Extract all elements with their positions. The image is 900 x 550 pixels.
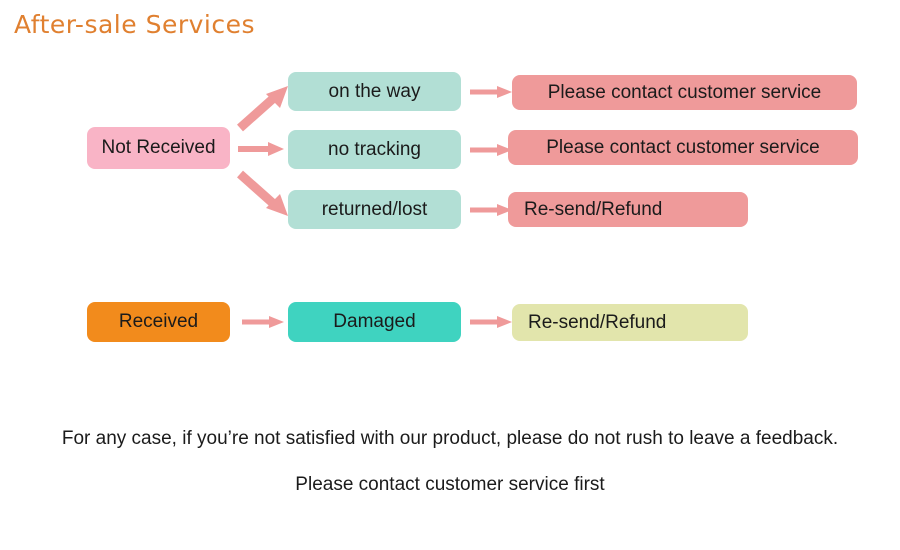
node-result-contact-service-2: Please contact customer service	[508, 130, 858, 165]
node-on-the-way: on the way	[288, 72, 461, 111]
node-label: Re-send/Refund	[528, 311, 667, 333]
page-title: After-sale Services	[14, 10, 255, 39]
node-label: Please contact customer service	[546, 136, 820, 158]
footer-line-2: Please contact customer service first	[295, 474, 605, 495]
node-label: on the way	[328, 80, 421, 102]
footer-line-1: For any case, if you’re not satisfied wi…	[61, 428, 839, 449]
node-result-resend-refund-2: Re-send/Refund	[512, 304, 748, 341]
node-received: Received	[87, 302, 230, 342]
node-label: Received	[118, 311, 199, 332]
node-returned-lost: returned/lost	[288, 190, 461, 229]
node-result-resend-refund-1: Re-send/Refund	[508, 192, 748, 227]
node-not-received: Not Received	[87, 127, 230, 169]
arrow-received-to-damaged	[242, 312, 286, 332]
arrow-not-received-to-on-the-way	[236, 82, 292, 134]
arrow-on-the-way-to-result	[470, 82, 514, 102]
arrow-damaged-to-resend-refund	[470, 312, 514, 332]
node-damaged: Damaged	[288, 302, 461, 342]
slide-canvas: After-sale Services Not Received on the …	[0, 0, 900, 550]
node-label: Not Received	[101, 137, 216, 158]
node-label: Please contact customer service	[547, 81, 822, 103]
node-label: Re-send/Refund	[524, 198, 663, 220]
node-label: no tracking	[328, 138, 421, 160]
node-result-contact-service-1: Please contact customer service	[512, 75, 857, 110]
arrow-not-received-to-no-tracking	[238, 139, 286, 159]
node-label: returned/lost	[321, 198, 428, 220]
arrow-not-received-to-returned-lost	[236, 168, 292, 220]
node-no-tracking: no tracking	[288, 130, 461, 169]
node-label: Damaged	[333, 311, 416, 332]
